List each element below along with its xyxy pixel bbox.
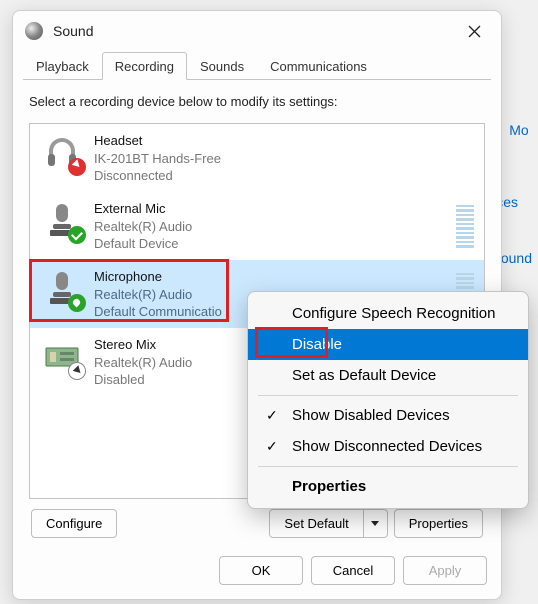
menu-configure-speech[interactable]: Configure Speech Recognition — [248, 298, 528, 329]
ok-button[interactable]: OK — [219, 556, 303, 585]
menu-properties[interactable]: Properties — [248, 471, 528, 502]
close-button[interactable] — [459, 16, 489, 46]
tab-playback[interactable]: Playback — [23, 52, 102, 80]
microphone-icon — [40, 268, 84, 310]
disconnected-badge-icon — [68, 158, 86, 176]
configure-button[interactable]: Configure — [31, 509, 117, 538]
tab-communications[interactable]: Communications — [257, 52, 380, 80]
microphone-icon — [40, 200, 84, 242]
instruction-text: Select a recording device below to modif… — [29, 94, 485, 109]
device-name: Headset — [94, 132, 474, 150]
menu-set-default[interactable]: Set as Default Device — [248, 360, 528, 391]
tabs-bar: Playback Recording Sounds Communications — [13, 51, 501, 79]
context-menu: Configure Speech Recognition Disable Set… — [247, 291, 529, 509]
dialog-footer: OK Cancel Apply — [13, 546, 501, 599]
soundcard-icon — [40, 336, 84, 378]
default-badge-icon — [68, 226, 86, 244]
tab-sounds[interactable]: Sounds — [187, 52, 257, 80]
communication-badge-icon — [68, 294, 86, 312]
close-icon — [468, 25, 481, 38]
device-name: Microphone — [94, 268, 456, 286]
disabled-badge-icon — [68, 362, 86, 380]
device-status: Default Device — [94, 235, 456, 253]
titlebar: Sound — [13, 11, 501, 51]
level-meter — [456, 205, 474, 248]
device-name: External Mic — [94, 200, 456, 218]
apply-button[interactable]: Apply — [403, 556, 487, 585]
window-title: Sound — [53, 23, 459, 39]
chevron-down-icon — [371, 519, 379, 529]
tab-recording[interactable]: Recording — [102, 52, 187, 80]
menu-show-disconnected[interactable]: Show Disconnected Devices — [248, 431, 528, 462]
menu-separator — [258, 395, 518, 396]
menu-show-disabled[interactable]: Show Disabled Devices — [248, 400, 528, 431]
device-status: Disconnected — [94, 167, 474, 185]
menu-separator — [258, 466, 518, 467]
menu-disable[interactable]: Disable — [248, 329, 528, 360]
set-default-dropdown[interactable] — [364, 509, 388, 538]
cancel-button[interactable]: Cancel — [311, 556, 395, 585]
device-driver: Realtek(R) Audio — [94, 218, 456, 236]
set-default-split-button: Set Default — [269, 509, 387, 538]
device-external-mic[interactable]: External Mic Realtek(R) Audio Default De… — [30, 192, 484, 260]
speaker-icon — [25, 22, 43, 40]
set-default-button[interactable]: Set Default — [269, 509, 363, 538]
device-driver: IK-201BT Hands-Free — [94, 150, 474, 168]
headset-icon — [40, 132, 84, 174]
properties-button[interactable]: Properties — [394, 509, 483, 538]
device-headset[interactable]: Headset IK-201BT Hands-Free Disconnected — [30, 124, 484, 192]
